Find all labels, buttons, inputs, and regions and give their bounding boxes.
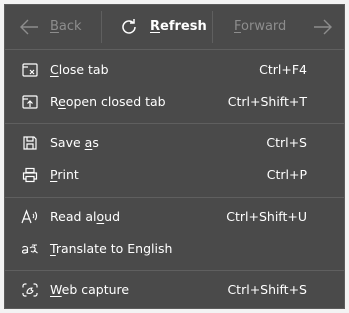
close-tab-shortcut: Ctrl+F4 xyxy=(259,62,307,77)
translate-item[interactable]: Translate to English xyxy=(5,234,344,264)
separator xyxy=(5,270,344,271)
print-shortcut: Ctrl+P xyxy=(266,167,307,182)
print-item[interactable]: Print Ctrl+P xyxy=(5,160,344,190)
read-aloud-icon xyxy=(21,209,39,225)
separator xyxy=(5,197,344,198)
translate-label: Translate to English xyxy=(50,241,173,256)
close-tab-icon xyxy=(21,62,39,78)
arrow-right-icon xyxy=(313,18,333,36)
context-menu: Back Refresh Forward Close tab Ctrl+F4 R… xyxy=(4,4,345,309)
web-capture-shortcut: Ctrl+Shift+S xyxy=(227,282,307,297)
refresh-icon xyxy=(120,18,138,36)
reopen-closed-tab-item[interactable]: Reopen closed tab Ctrl+Shift+T xyxy=(5,87,344,117)
save-as-label: Save as xyxy=(50,135,99,150)
web-capture-item[interactable]: Web capture Ctrl+Shift+S xyxy=(5,275,344,305)
back-label: Back xyxy=(50,19,82,34)
reopen-closed-tab-label: Reopen closed tab xyxy=(50,94,166,109)
read-aloud-label: Read aloud xyxy=(50,209,121,224)
arrow-left-icon xyxy=(19,18,39,36)
web-capture-icon xyxy=(21,282,39,298)
close-tab-label: Close tab xyxy=(50,62,109,77)
close-tab-item[interactable]: Close tab Ctrl+F4 xyxy=(5,55,344,85)
nav-divider xyxy=(101,11,102,43)
refresh-label: Refresh xyxy=(150,19,207,34)
read-aloud-shortcut: Ctrl+Shift+U xyxy=(226,209,307,224)
save-as-item[interactable]: Save as Ctrl+S xyxy=(5,128,344,158)
refresh-button[interactable]: Refresh xyxy=(101,5,212,49)
reopen-closed-tab-shortcut: Ctrl+Shift+T xyxy=(227,94,307,109)
web-capture-label: Web capture xyxy=(50,282,130,297)
separator xyxy=(5,49,344,50)
forward-button[interactable]: Forward xyxy=(212,5,344,49)
reopen-tab-icon xyxy=(21,94,39,110)
navigation-row: Back Refresh Forward xyxy=(5,5,344,49)
forward-label: Forward xyxy=(234,19,287,34)
print-icon xyxy=(21,167,39,183)
save-icon xyxy=(21,135,39,151)
print-label: Print xyxy=(50,167,79,182)
read-aloud-item[interactable]: Read aloud Ctrl+Shift+U xyxy=(5,202,344,232)
separator xyxy=(5,123,344,124)
save-as-shortcut: Ctrl+S xyxy=(266,135,307,150)
nav-divider xyxy=(212,11,213,43)
translate-icon xyxy=(21,241,39,257)
back-button[interactable]: Back xyxy=(5,5,101,49)
